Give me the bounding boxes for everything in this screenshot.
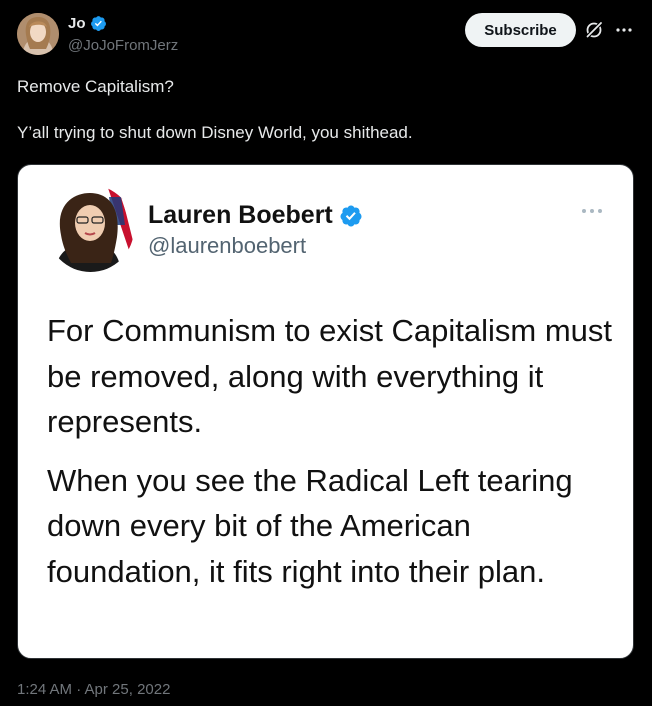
embedded-more-dots-icon	[581, 203, 603, 213]
tweet-text-line: Remove Capitalism?	[17, 77, 174, 96]
embedded-author-display-name: Lauren Boebert	[148, 201, 333, 229]
author-display-name[interactable]: Jo	[68, 15, 86, 32]
embedded-text-paragraph: For Communism to exist Capitalism must b…	[47, 313, 613, 439]
tweet-timestamp[interactable]: 1:24 AM · Apr 25, 2022	[17, 681, 170, 698]
embedded-author-handle: @laurenboebert	[148, 233, 307, 258]
tweet-media-image[interactable]: Lauren Boebert @laurenboebert For Commun…	[17, 164, 634, 659]
more-dots-icon[interactable]	[614, 20, 634, 40]
embedded-author-avatar	[47, 185, 134, 272]
grok-icon[interactable]	[584, 20, 604, 40]
tweet-text: Remove Capitalism? Y’all trying to shut …	[17, 76, 632, 144]
tweet-container: Jo @JoJoFromJerz Subscribe Remove Capita…	[0, 0, 652, 706]
verified-badge-icon	[90, 15, 107, 32]
tweet-text-line: Y’all trying to shut down Disney World, …	[17, 123, 413, 142]
embedded-tweet-text: For Communism to exist Capitalism must b…	[47, 308, 617, 594]
embedded-verified-badge-icon	[339, 204, 363, 228]
author-name-row: Jo	[68, 15, 107, 32]
embedded-author-name-row: Lauren Boebert	[148, 201, 363, 230]
subscribe-button[interactable]: Subscribe	[465, 13, 576, 47]
embedded-text-paragraph: When you see the Radical Left tearing do…	[47, 462, 573, 589]
author-handle[interactable]: @JoJoFromJerz	[68, 37, 178, 54]
author-avatar[interactable]	[17, 13, 59, 55]
